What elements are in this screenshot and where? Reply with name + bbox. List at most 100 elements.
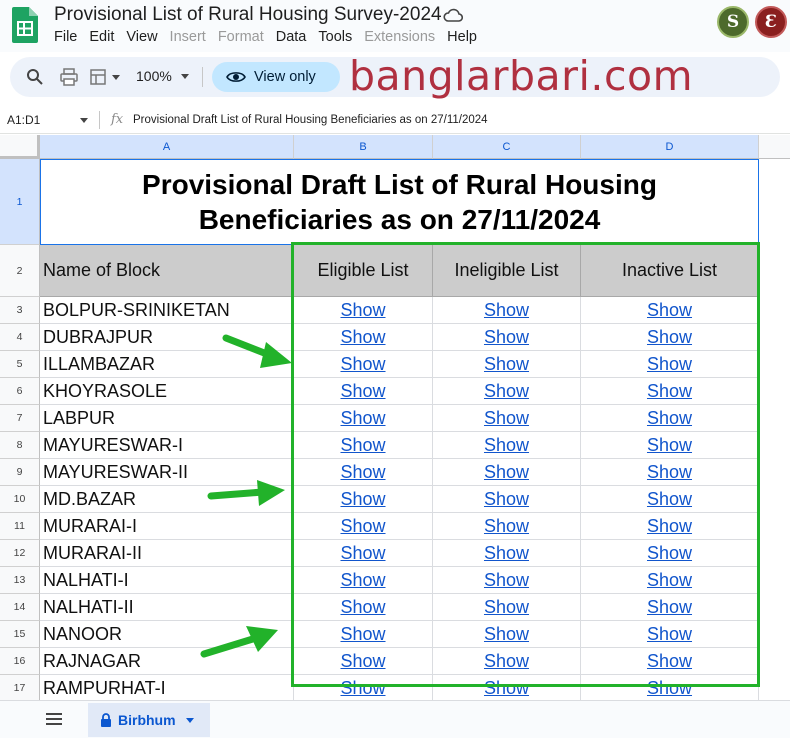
print-icon[interactable] <box>60 68 78 86</box>
row-header[interactable]: 15 <box>0 621 40 648</box>
menu-data[interactable]: Data <box>270 29 313 45</box>
inactive-list-link[interactable]: Show <box>581 324 759 351</box>
ineligible-list-link[interactable]: Show <box>433 621 581 648</box>
menu-insert[interactable]: Insert <box>164 29 212 45</box>
header-eligible-list[interactable]: Eligible List <box>294 245 433 297</box>
eligible-list-link[interactable]: Show <box>294 567 433 594</box>
format-caret-icon[interactable] <box>112 75 120 80</box>
ineligible-list-link[interactable]: Show <box>433 432 581 459</box>
header-name-of-block[interactable]: Name of Block <box>40 245 294 297</box>
row-header[interactable]: 10 <box>0 486 40 513</box>
ineligible-list-link[interactable]: Show <box>433 486 581 513</box>
ineligible-list-link[interactable]: Show <box>433 297 581 324</box>
inactive-list-link[interactable]: Show <box>581 432 759 459</box>
menu-format[interactable]: Format <box>212 29 270 45</box>
row-header[interactable]: 6 <box>0 378 40 405</box>
ineligible-list-link[interactable]: Show <box>433 459 581 486</box>
name-box-caret-icon[interactable] <box>80 118 88 123</box>
row-header[interactable]: 16 <box>0 648 40 675</box>
eligible-list-link[interactable]: Show <box>294 432 433 459</box>
menu-extensions[interactable]: Extensions <box>358 29 441 45</box>
view-only-button[interactable]: View only <box>212 62 340 92</box>
name-box[interactable]: A1:D1 <box>7 113 40 127</box>
row-header[interactable]: 13 <box>0 567 40 594</box>
block-name-cell[interactable]: NALHATI-I <box>40 567 294 594</box>
row-header[interactable]: 9 <box>0 459 40 486</box>
eligible-list-link[interactable]: Show <box>294 324 433 351</box>
ineligible-list-link[interactable]: Show <box>433 405 581 432</box>
header-ineligible-list[interactable]: Ineligible List <box>433 245 581 297</box>
block-name-cell[interactable]: KHOYRASOLE <box>40 378 294 405</box>
inactive-list-link[interactable]: Show <box>581 297 759 324</box>
row-header[interactable]: 5 <box>0 351 40 378</box>
eligible-list-link[interactable]: Show <box>294 540 433 567</box>
header-inactive-list[interactable]: Inactive List <box>581 245 759 297</box>
column-header-a[interactable]: A <box>40 135 294 159</box>
ineligible-list-link[interactable]: Show <box>433 540 581 567</box>
inactive-list-link[interactable]: Show <box>581 513 759 540</box>
column-header-b[interactable]: B <box>294 135 433 159</box>
menu-view[interactable]: View <box>120 29 163 45</box>
block-name-cell[interactable]: LABPUR <box>40 405 294 432</box>
inactive-list-link[interactable]: Show <box>581 405 759 432</box>
eligible-list-link[interactable]: Show <box>294 675 433 702</box>
all-sheets-menu-icon[interactable] <box>46 713 62 725</box>
sheet-tab-caret-icon[interactable] <box>185 717 194 723</box>
row-header[interactable]: 11 <box>0 513 40 540</box>
inactive-list-link[interactable]: Show <box>581 567 759 594</box>
ineligible-list-link[interactable]: Show <box>433 675 581 702</box>
select-all-corner[interactable] <box>0 135 40 159</box>
inactive-list-link[interactable]: Show <box>581 648 759 675</box>
block-name-cell[interactable]: ILLAMBAZAR <box>40 351 294 378</box>
menu-edit[interactable]: Edit <box>83 29 120 45</box>
inactive-list-link[interactable]: Show <box>581 459 759 486</box>
column-header-d[interactable]: D <box>581 135 759 159</box>
formula-input[interactable]: Provisional Draft List of Rural Housing … <box>133 114 488 126</box>
sheet-tab-birbhum[interactable]: Birbhum <box>88 703 210 737</box>
user-avatar-2[interactable]: Ɛ <box>755 6 787 38</box>
row-header[interactable]: 3 <box>0 297 40 324</box>
search-icon[interactable] <box>26 68 44 86</box>
row-header[interactable]: 17 <box>0 675 40 702</box>
block-name-cell[interactable]: MAYURESWAR-I <box>40 432 294 459</box>
row-header[interactable]: 8 <box>0 432 40 459</box>
eligible-list-link[interactable]: Show <box>294 648 433 675</box>
inactive-list-link[interactable]: Show <box>581 540 759 567</box>
block-name-cell[interactable]: MD.BAZAR <box>40 486 294 513</box>
ineligible-list-link[interactable]: Show <box>433 324 581 351</box>
ineligible-list-link[interactable]: Show <box>433 378 581 405</box>
row-header[interactable]: 14 <box>0 594 40 621</box>
row-header[interactable]: 12 <box>0 540 40 567</box>
block-name-cell[interactable]: NANOOR <box>40 621 294 648</box>
ineligible-list-link[interactable]: Show <box>433 648 581 675</box>
inactive-list-link[interactable]: Show <box>581 675 759 702</box>
inactive-list-link[interactable]: Show <box>581 351 759 378</box>
inactive-list-link[interactable]: Show <box>581 594 759 621</box>
sheet-title-cell[interactable]: Provisional Draft List of Rural Housing … <box>40 159 759 245</box>
inactive-list-link[interactable]: Show <box>581 621 759 648</box>
inactive-list-link[interactable]: Show <box>581 378 759 405</box>
eligible-list-link[interactable]: Show <box>294 378 433 405</box>
block-name-cell[interactable]: BOLPUR-SRINIKETAN <box>40 297 294 324</box>
ineligible-list-link[interactable]: Show <box>433 594 581 621</box>
menu-file[interactable]: File <box>48 29 83 45</box>
menu-help[interactable]: Help <box>441 29 483 45</box>
user-avatar-1[interactable]: S <box>717 6 749 38</box>
google-sheets-logo-icon[interactable] <box>12 7 38 43</box>
cloud-saved-icon[interactable] <box>443 7 463 23</box>
block-name-cell[interactable]: MAYURESWAR-II <box>40 459 294 486</box>
eligible-list-link[interactable]: Show <box>294 297 433 324</box>
block-name-cell[interactable]: RAMPURHAT-I <box>40 675 294 702</box>
block-name-cell[interactable]: NALHATI-II <box>40 594 294 621</box>
select-format-icon[interactable] <box>90 68 108 86</box>
zoom-caret-icon[interactable] <box>181 74 189 79</box>
block-name-cell[interactable]: RAJNAGAR <box>40 648 294 675</box>
block-name-cell[interactable]: DUBRAJPUR <box>40 324 294 351</box>
eligible-list-link[interactable]: Show <box>294 621 433 648</box>
block-name-cell[interactable]: MURARAI-II <box>40 540 294 567</box>
menu-tools[interactable]: Tools <box>312 29 358 45</box>
zoom-select[interactable]: 100% <box>136 68 172 84</box>
column-header-c[interactable]: C <box>433 135 581 159</box>
eligible-list-link[interactable]: Show <box>294 486 433 513</box>
ineligible-list-link[interactable]: Show <box>433 513 581 540</box>
